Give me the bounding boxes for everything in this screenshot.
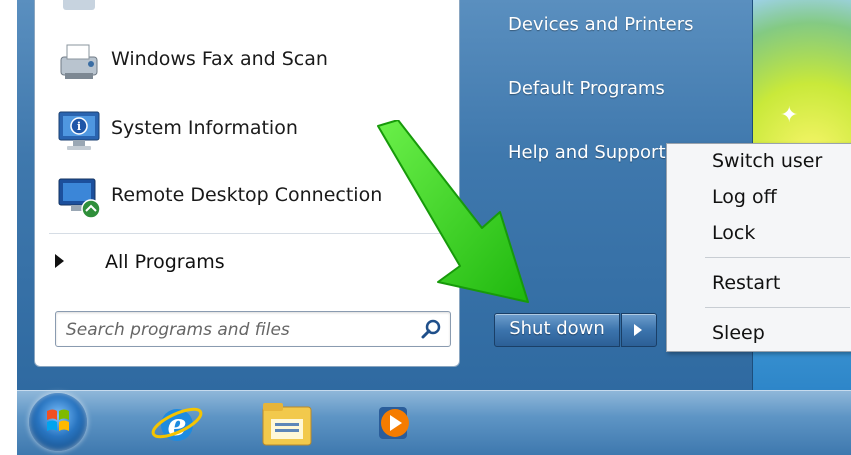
chevron-right-icon: [634, 324, 642, 336]
system-information-icon: i: [58, 111, 100, 150]
program-icon: [63, 0, 95, 10]
media-player-icon[interactable]: [369, 395, 425, 451]
program-item-windows-fax-and-scan[interactable]: Windows Fax and Scan: [55, 29, 455, 89]
shutdown-button[interactable]: Shut down: [494, 313, 620, 347]
windows-logo-icon: [47, 409, 69, 431]
expand-arrow-icon: [55, 254, 64, 268]
program-item-cutoff[interactable]: [55, 0, 455, 20]
shutdown-options-button[interactable]: [621, 313, 657, 347]
green-arrow-annotation: [377, 120, 529, 303]
power-options-menu: Switch user Log off Lock Restart Sleep: [666, 143, 851, 352]
menu-item-lock[interactable]: Lock: [712, 222, 755, 244]
all-programs-label: All Programs: [105, 251, 225, 273]
default-programs-link[interactable]: Default Programs: [508, 78, 665, 99]
internet-explorer-icon[interactable]: e: [149, 395, 205, 451]
shutdown-group: Shut down: [494, 313, 664, 347]
menu-item-restart[interactable]: Restart: [712, 272, 780, 294]
search-box[interactable]: [55, 311, 451, 348]
sparkle-icon: ✦: [780, 103, 799, 128]
devices-and-printers-link[interactable]: Devices and Printers: [508, 14, 694, 35]
svg-text:i: i: [77, 120, 81, 133]
file-explorer-icon[interactable]: [259, 395, 315, 451]
search-input[interactable]: [64, 312, 408, 348]
program-label: Windows Fax and Scan: [111, 48, 328, 70]
taskbar: e: [17, 390, 851, 455]
menu-item-sleep[interactable]: Sleep: [712, 322, 765, 344]
menu-divider: [705, 307, 850, 308]
start-orb-icon[interactable]: [29, 393, 87, 451]
menu-item-log-off[interactable]: Log off: [712, 186, 777, 208]
fax-scanner-icon: [60, 44, 98, 79]
menu-divider: [705, 257, 850, 258]
program-label: System Information: [111, 117, 298, 139]
program-label: Remote Desktop Connection: [111, 184, 383, 206]
menu-item-switch-user[interactable]: Switch user: [712, 150, 822, 172]
search-icon[interactable]: [420, 318, 442, 340]
remote-desktop-icon: [58, 178, 101, 219]
